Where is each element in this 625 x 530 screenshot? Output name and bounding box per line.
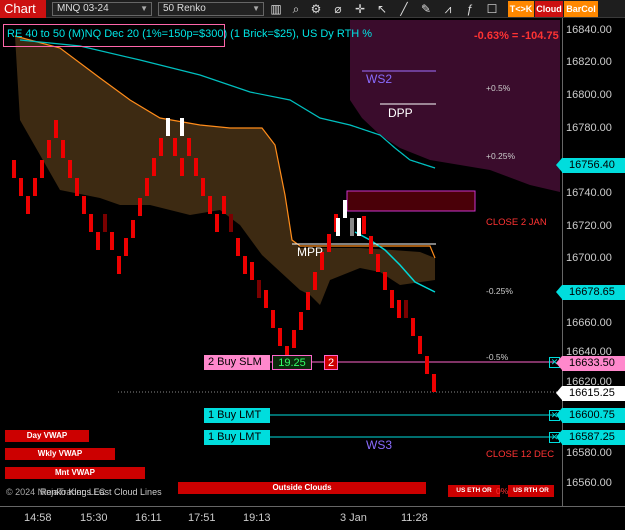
time-tick: 3 Jan	[340, 512, 367, 524]
price-tag-kijun: 16678.65	[556, 285, 625, 300]
price-tag-lmt1: 16600.75	[556, 408, 625, 423]
close-2-jan: CLOSE 2 JAN	[486, 217, 547, 228]
price-tag-tenkan: 16756.40	[556, 158, 625, 173]
price-tick: 16660.00	[566, 317, 612, 329]
price-tick: 16780.00	[566, 122, 612, 134]
instrument-selector[interactable]: MNQ 03-24 ▼	[52, 2, 152, 16]
time-tick: 15:30	[80, 512, 108, 524]
outside-clouds-button[interactable]: Outside Clouds	[178, 482, 426, 494]
pct-minus-025: -0.25%	[486, 286, 513, 296]
time-tick: 17:51	[188, 512, 216, 524]
price-tag-last: 16615.25	[556, 386, 625, 401]
buy-lmt-order-button-2[interactable]: 1 Buy LMT	[204, 430, 270, 445]
price-tag-slm-order: 16633.50	[556, 356, 625, 371]
tk-button[interactable]: T<>K	[508, 1, 534, 17]
properties-icon[interactable]: ⚙	[308, 1, 324, 17]
cloud-button[interactable]: Cloud	[535, 1, 563, 17]
zoom-icon[interactable]: ⌕	[288, 1, 304, 17]
chart-style-icon[interactable]: ⩘	[440, 1, 456, 17]
price-tick: 16820.00	[566, 56, 612, 68]
mpp-label: MPP	[297, 245, 324, 259]
price-tick: 16580.00	[566, 447, 612, 459]
ws3-label: WS3	[366, 438, 393, 452]
buy-lmt-order-button-1[interactable]: 1 Buy LMT	[204, 408, 270, 423]
renko-brick-gray	[350, 218, 354, 236]
toolbar: Chart MNQ 03-24 ▼ 50 Renko ▼ ▥ ⌕ ⚙ ⌀ ✛ ↖…	[0, 0, 625, 18]
pct-zero: 0%	[496, 486, 509, 496]
session-change: -0.63% = -104.75	[474, 30, 559, 42]
buy-slm-order-button[interactable]: 2 Buy SLM	[204, 355, 270, 370]
mnt-vwap-button[interactable]: Mnt VWAP	[5, 467, 145, 479]
pointer-icon[interactable]: ↖	[374, 1, 390, 17]
us-eth-or-button[interactable]: US ETH OR	[448, 485, 500, 497]
eraser-icon[interactable]: ⌀	[330, 1, 346, 17]
instrument-label: MNQ 03-24	[57, 3, 109, 14]
strategies-icon[interactable]: ☐	[484, 1, 500, 17]
drawing-tool-icon[interactable]: ✎	[418, 1, 434, 17]
bar-type-selector[interactable]: 50 Renko ▼	[158, 2, 264, 16]
price-tick: 16840.00	[566, 24, 612, 36]
close-12-dec: CLOSE 12 DEC	[486, 449, 555, 460]
supply-box	[346, 190, 476, 212]
buy-slm-price[interactable]: 19.25	[272, 355, 312, 370]
chevron-down-icon: ▼	[252, 4, 260, 13]
data-series-icon[interactable]: ▥	[268, 1, 284, 17]
chart-title: RE 40 to 50 (M)NQ Dec 20 (1%=150p=$300) …	[7, 28, 373, 40]
chart-tab[interactable]: Chart	[0, 0, 46, 18]
time-tick: 11:28	[401, 512, 428, 524]
price-tick: 16740.00	[566, 187, 612, 199]
price-tick: 16720.00	[566, 220, 612, 232]
price-tick: 16800.00	[566, 89, 612, 101]
ws2-label: WS2	[366, 72, 393, 86]
barcol-button[interactable]: BarCol	[564, 1, 598, 17]
time-tick: 19:13	[243, 512, 271, 524]
pct-plus-025: +0.25%	[486, 151, 516, 161]
bar-type-label: 50 Renko	[163, 3, 206, 14]
resistance-zone	[350, 20, 560, 192]
chevron-down-icon: ▼	[140, 4, 148, 13]
pct-minus-05: -0.5%	[486, 352, 509, 362]
footer-indicator-name: Renko Kings East Cloud Lines	[40, 487, 162, 497]
price-tick: 16560.00	[566, 477, 612, 489]
buy-slm-qty[interactable]: 2	[324, 355, 338, 370]
day-vwap-button[interactable]: Day VWAP	[5, 430, 89, 442]
time-tick: 14:58	[24, 512, 52, 524]
time-tick: 16:11	[135, 512, 162, 524]
pct-plus-05: +0.5%	[486, 83, 511, 93]
price-tag-lmt2: 16587.25	[556, 430, 625, 445]
dpp-label: DPP	[388, 106, 413, 120]
crosshair-icon[interactable]: ✛	[352, 1, 368, 17]
indicators-icon[interactable]: ƒ	[462, 1, 478, 17]
price-tick: 16700.00	[566, 252, 612, 264]
wkly-vwap-button[interactable]: Wkly VWAP	[5, 448, 115, 460]
line-tool-icon[interactable]: ╱	[396, 1, 412, 17]
us-rth-or-button[interactable]: US RTH OR	[508, 485, 554, 497]
